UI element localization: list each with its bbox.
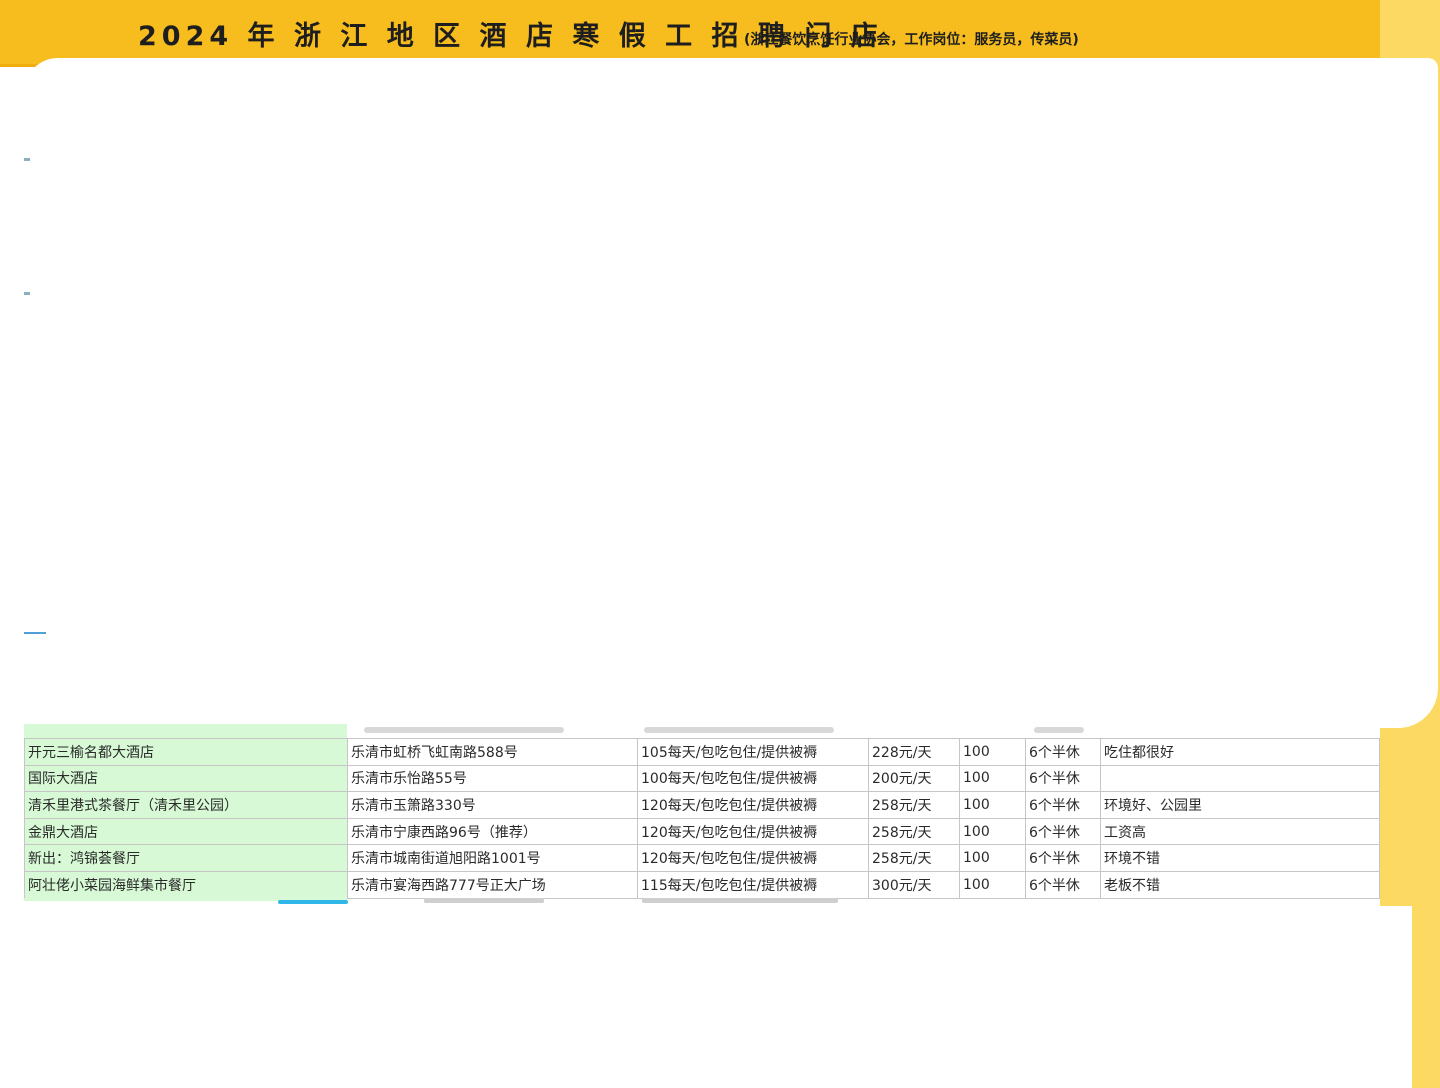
address-cell: 乐清市乐怡路55号 [347, 764, 638, 793]
wage-cell: 120每天/包吃包住/提供被褥 [637, 791, 869, 819]
edge-mark [24, 158, 30, 161]
count-cell: 100 [959, 738, 1026, 766]
edge-mark [24, 632, 46, 634]
cropped-name-cell [24, 724, 347, 738]
selection-marker [278, 900, 348, 904]
table-row: 新出：鸿锦荟餐厅 乐清市城南街道旭阳路1001号 120每天/包吃包住/提供被褥 25… [24, 844, 1380, 872]
count-cell: 100 [959, 870, 1026, 899]
cropped-bottom-row [24, 898, 1380, 906]
address-cell: 乐清市城南街道旭阳路1001号 [347, 844, 638, 872]
cropped-text [364, 727, 564, 733]
store-name-cell: 国际大酒店 [24, 764, 348, 793]
table-row: 开元三榆名都大酒店 乐清市虹桥飞虹南路588号 105每天/包吃包住/提供被褥 228… [24, 738, 1380, 766]
schedule-cell: 6个半休 [1025, 791, 1101, 819]
header-banner: 2024 年 浙 江 地 区 酒 店 寒 假 工 招 聘 门 店 (浙江餐饮烹饪… [0, 0, 1380, 67]
blank-area [0, 906, 1412, 1088]
store-name-cell: 阿壮佬小菜园海鲜集市餐厅 [24, 870, 348, 899]
schedule-cell: 6个半休 [1025, 870, 1101, 899]
count-cell: 100 [959, 844, 1026, 872]
cropped-text [644, 727, 834, 733]
rate-cell: 228元/天 [868, 738, 960, 766]
rate-cell: 258元/天 [868, 844, 960, 872]
rate-cell: 300元/天 [868, 870, 960, 899]
wage-cell: 115每天/包吃包住/提供被褥 [637, 870, 869, 899]
count-cell: 100 [959, 764, 1026, 793]
rate-cell: 258元/天 [868, 817, 960, 846]
edge-mark [24, 292, 30, 295]
table-row: 国际大酒店 乐清市乐怡路55号 100每天/包吃包住/提供被褥 200元/天 100 6个… [24, 764, 1380, 793]
recruitment-table: 开元三榆名都大酒店 乐清市虹桥飞虹南路588号 105每天/包吃包住/提供被褥 228… [24, 724, 1380, 906]
store-name-cell: 清禾里港式茶餐厅（清禾里公园） [24, 791, 348, 819]
table-row: 金鼎大酒店 乐清市宁康西路96号（推荐） 120每天/包吃包住/提供被褥 258元/天… [24, 817, 1380, 846]
table-row: 阿壮佬小菜园海鲜集市餐厅 乐清市宴海西路777号正大广场 115每天/包吃包住/提供… [24, 870, 1380, 899]
count-cell: 100 [959, 791, 1026, 819]
note-cell [1100, 764, 1380, 793]
table-row: 清禾里港式茶餐厅（清禾里公园） 乐清市玉箫路330号 120每天/包吃包住/提供被褥… [24, 791, 1380, 819]
cropped-text [1034, 727, 1084, 733]
rate-cell: 200元/天 [868, 764, 960, 793]
address-cell: 乐清市玉箫路330号 [347, 791, 638, 819]
address-cell: 乐清市宴海西路777号正大广场 [347, 870, 638, 899]
note-cell: 环境不错 [1100, 844, 1380, 872]
address-cell: 乐清市虹桥飞虹南路588号 [347, 738, 638, 766]
schedule-cell: 6个半休 [1025, 764, 1101, 793]
note-cell: 吃住都很好 [1100, 738, 1380, 766]
schedule-cell: 6个半休 [1025, 844, 1101, 872]
note-cell: 老板不错 [1100, 870, 1380, 899]
wage-cell: 120每天/包吃包住/提供被褥 [637, 817, 869, 846]
page-subtitle: (浙江餐饮烹饪行业协会，工作岗位：服务员，传菜员) [744, 32, 1079, 48]
note-cell: 工资高 [1100, 817, 1380, 846]
cropped-row [24, 724, 1380, 739]
wage-cell: 120每天/包吃包住/提供被褥 [637, 844, 869, 872]
rate-cell: 258元/天 [868, 791, 960, 819]
cropped-text [424, 898, 544, 903]
note-cell: 环境好、公园里 [1100, 791, 1380, 819]
schedule-cell: 6个半休 [1025, 817, 1101, 846]
count-cell: 100 [959, 817, 1026, 846]
schedule-cell: 6个半休 [1025, 738, 1101, 766]
store-name-cell: 新出：鸿锦荟餐厅 [24, 844, 348, 872]
address-cell: 乐清市宁康西路96号（推荐） [347, 817, 638, 846]
store-name-cell: 开元三榆名都大酒店 [24, 738, 348, 766]
cropped-text [642, 898, 838, 903]
wage-cell: 100每天/包吃包住/提供被褥 [637, 764, 869, 793]
wage-cell: 105每天/包吃包住/提供被褥 [637, 738, 869, 766]
redaction-cover [24, 58, 1438, 728]
recruit-table-body: 开元三榆名都大酒店 乐清市虹桥飞虹南路588号 105每天/包吃包住/提供被褥 228… [24, 738, 1380, 899]
store-name-cell: 金鼎大酒店 [24, 817, 348, 846]
